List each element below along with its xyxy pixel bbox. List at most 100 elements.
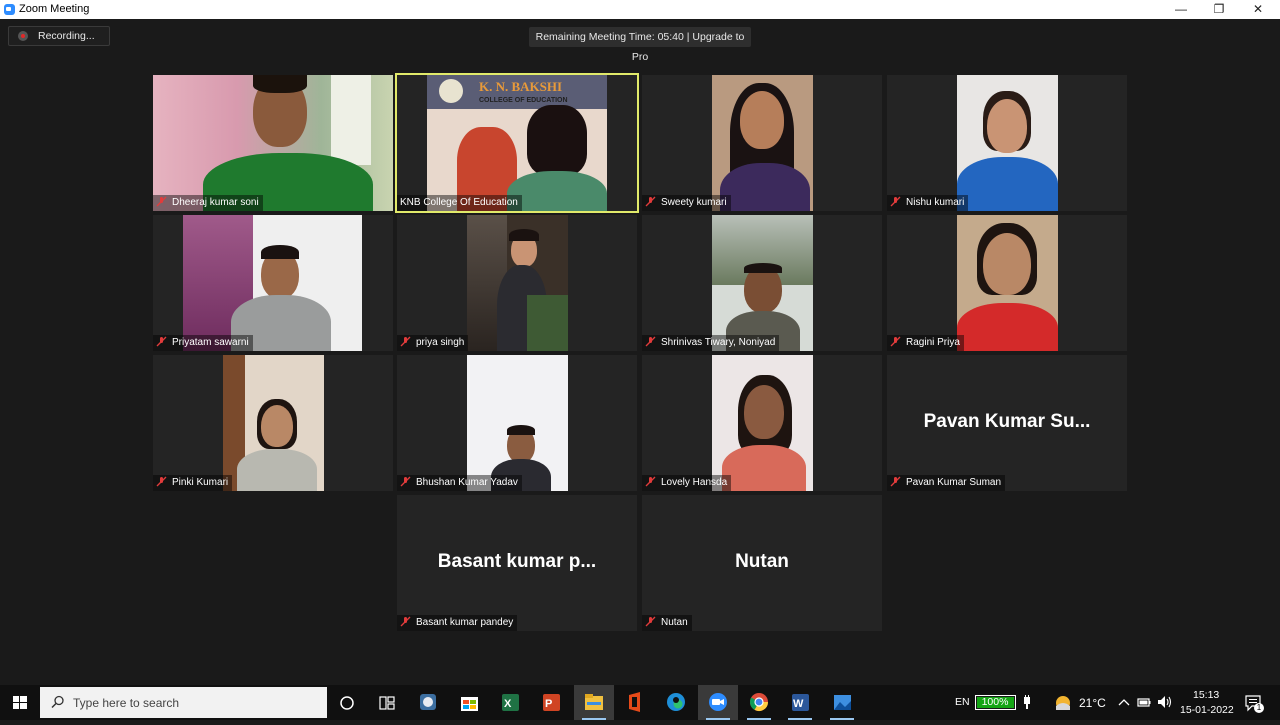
participant-name-label: Pavan Kumar Suman	[887, 475, 1006, 491]
banner-title: K. N. BAKSHI	[479, 79, 563, 94]
participant-tile-no-video[interactable]: Pavan Kumar Su... Pavan Kumar Suman	[887, 355, 1127, 491]
taskbar-search-box[interactable]: Type here to search	[40, 687, 327, 718]
start-button[interactable]	[0, 685, 40, 720]
participant-name-label: Bhushan Kumar Yadav	[397, 475, 522, 491]
edge-icon	[667, 693, 685, 711]
file-explorer-icon	[585, 694, 603, 710]
window-background	[331, 75, 371, 165]
muted-mic-icon	[645, 476, 656, 487]
taskbar-app-edge[interactable]	[656, 685, 696, 720]
muted-mic-icon	[156, 476, 167, 487]
notification-count-badge: 1	[1254, 703, 1264, 713]
record-icon	[18, 31, 28, 41]
window-title: Zoom Meeting	[19, 3, 90, 15]
banner-subtitle: COLLEGE OF EDUCATION	[479, 97, 568, 104]
excel-icon: X	[502, 694, 519, 711]
participant-video	[712, 215, 813, 351]
participant-video	[712, 75, 813, 211]
word-icon: W	[792, 694, 809, 711]
clock-date[interactable]: 15-01-2022	[1180, 704, 1234, 716]
participant-video	[467, 355, 568, 491]
search-placeholder: Type here to search	[73, 696, 180, 710]
svg-text:X: X	[504, 698, 512, 710]
participant-name-label: priya singh	[397, 335, 469, 351]
battery-icon[interactable]	[1137, 696, 1151, 708]
temperature-label[interactable]: 21°C	[1079, 696, 1106, 710]
minimize-button[interactable]: —	[1161, 0, 1201, 19]
participant-tile[interactable]: Dheeraj kumar soni	[153, 75, 393, 211]
participant-tile[interactable]: Priyatam sawarni	[153, 215, 393, 351]
participant-head	[983, 233, 1031, 295]
participant-tile[interactable]: Shrinivas Tiwary, Noniyad	[642, 215, 882, 351]
participant-head	[987, 99, 1027, 153]
cortana-button[interactable]	[327, 685, 367, 720]
battery-percent-text: 100%	[981, 696, 1009, 708]
chevron-up-icon[interactable]	[1118, 697, 1130, 707]
muted-mic-icon	[645, 616, 656, 627]
participant-name-label: Ragini Priya	[887, 335, 964, 351]
taskbar-app-store[interactable]	[449, 685, 489, 720]
participant-hair	[253, 75, 307, 93]
task-view-button[interactable]	[367, 685, 407, 720]
task-view-icon	[379, 696, 395, 710]
participant-hair	[509, 229, 539, 241]
participant-video	[467, 215, 568, 351]
meeting-timer-banner[interactable]: Remaining Meeting Time: 05:40 | Upgrade …	[529, 27, 751, 63]
participant-tile[interactable]: Lovely Hansda	[642, 355, 882, 491]
participant-tile[interactable]: Bhushan Kumar Yadav	[397, 355, 637, 491]
participant-tile-active-speaker[interactable]: K. N. BAKSHI COLLEGE OF EDUCATION KNB Co…	[395, 73, 639, 213]
participant-tile-no-video[interactable]: Basant kumar p... Basant kumar pandey	[397, 495, 637, 631]
participant-name-label: Shrinivas Tiwary, Noniyad	[642, 335, 780, 351]
taskbar-app-vlc[interactable]	[408, 685, 448, 720]
volume-icon[interactable]	[1156, 695, 1172, 709]
participant-clothing	[722, 445, 806, 491]
participant-display-name: Nutan	[735, 551, 789, 572]
participant-clothing	[957, 157, 1058, 211]
taskbar-app-office[interactable]	[615, 685, 655, 720]
muted-mic-icon	[156, 196, 167, 207]
participant-clothing	[720, 163, 810, 211]
participant-display-name: Pavan Kumar Su...	[923, 411, 1091, 432]
taskbar-app-word[interactable]: W	[780, 685, 820, 720]
participant-video	[957, 75, 1058, 211]
clock-time[interactable]: 15:13	[1193, 689, 1219, 701]
participant-name-label: Dheeraj kumar soni	[153, 195, 263, 211]
participant-tile[interactable]: priya singh	[397, 215, 637, 351]
close-button[interactable]: ✕	[1238, 0, 1278, 19]
meeting-area: Recording... Remaining Meeting Time: 05:…	[0, 19, 1280, 685]
participant-head	[744, 385, 784, 439]
recording-indicator[interactable]: Recording...	[8, 26, 110, 46]
office-icon	[629, 692, 640, 712]
participant-display-name: Basant kumar p...	[437, 551, 597, 572]
taskbar-app-chrome[interactable]	[739, 685, 779, 720]
participant-hair	[507, 425, 535, 435]
participant-tile[interactable]: Sweety kumari	[642, 75, 882, 211]
participant-clothing	[237, 449, 317, 491]
battery-percentage-indicator[interactable]: 100%	[975, 695, 1016, 710]
taskbar-app-zoom[interactable]	[698, 685, 738, 720]
participant-tile-no-video[interactable]: Nutan Nutan	[642, 495, 882, 631]
participant-name-label: Priyatam sawarni	[153, 335, 253, 351]
participant-tile[interactable]: Ragini Priya	[887, 215, 1127, 351]
language-indicator[interactable]: EN	[955, 696, 970, 708]
college-banner: K. N. BAKSHI COLLEGE OF EDUCATION	[427, 75, 607, 109]
participant-name-label: Nishu kumari	[887, 195, 969, 211]
taskbar-app-powerpoint[interactable]: P	[531, 685, 571, 720]
participant-tile[interactable]: Nishu kumari	[887, 75, 1127, 211]
weather-sun-icon[interactable]	[1054, 694, 1072, 712]
taskbar-app-photos[interactable]	[822, 685, 862, 720]
participant-hair	[744, 263, 782, 273]
restore-button[interactable]: ❐	[1199, 0, 1239, 19]
participant-tile[interactable]: Pinki Kumari	[153, 355, 393, 491]
muted-mic-icon	[400, 616, 411, 627]
taskbar-app-excel[interactable]: X	[490, 685, 530, 720]
photos-icon	[834, 695, 851, 710]
zoom-app-icon	[4, 4, 15, 15]
participant-name-label: Nutan	[642, 615, 692, 631]
participant-video: K. N. BAKSHI COLLEGE OF EDUCATION	[427, 75, 607, 211]
power-plug-icon[interactable]	[1021, 695, 1033, 710]
participant-clothing	[507, 171, 607, 211]
taskbar-app-file-explorer[interactable]	[574, 685, 614, 720]
participant-name-label: KNB College Of Education	[397, 195, 522, 211]
chrome-icon	[749, 693, 768, 712]
